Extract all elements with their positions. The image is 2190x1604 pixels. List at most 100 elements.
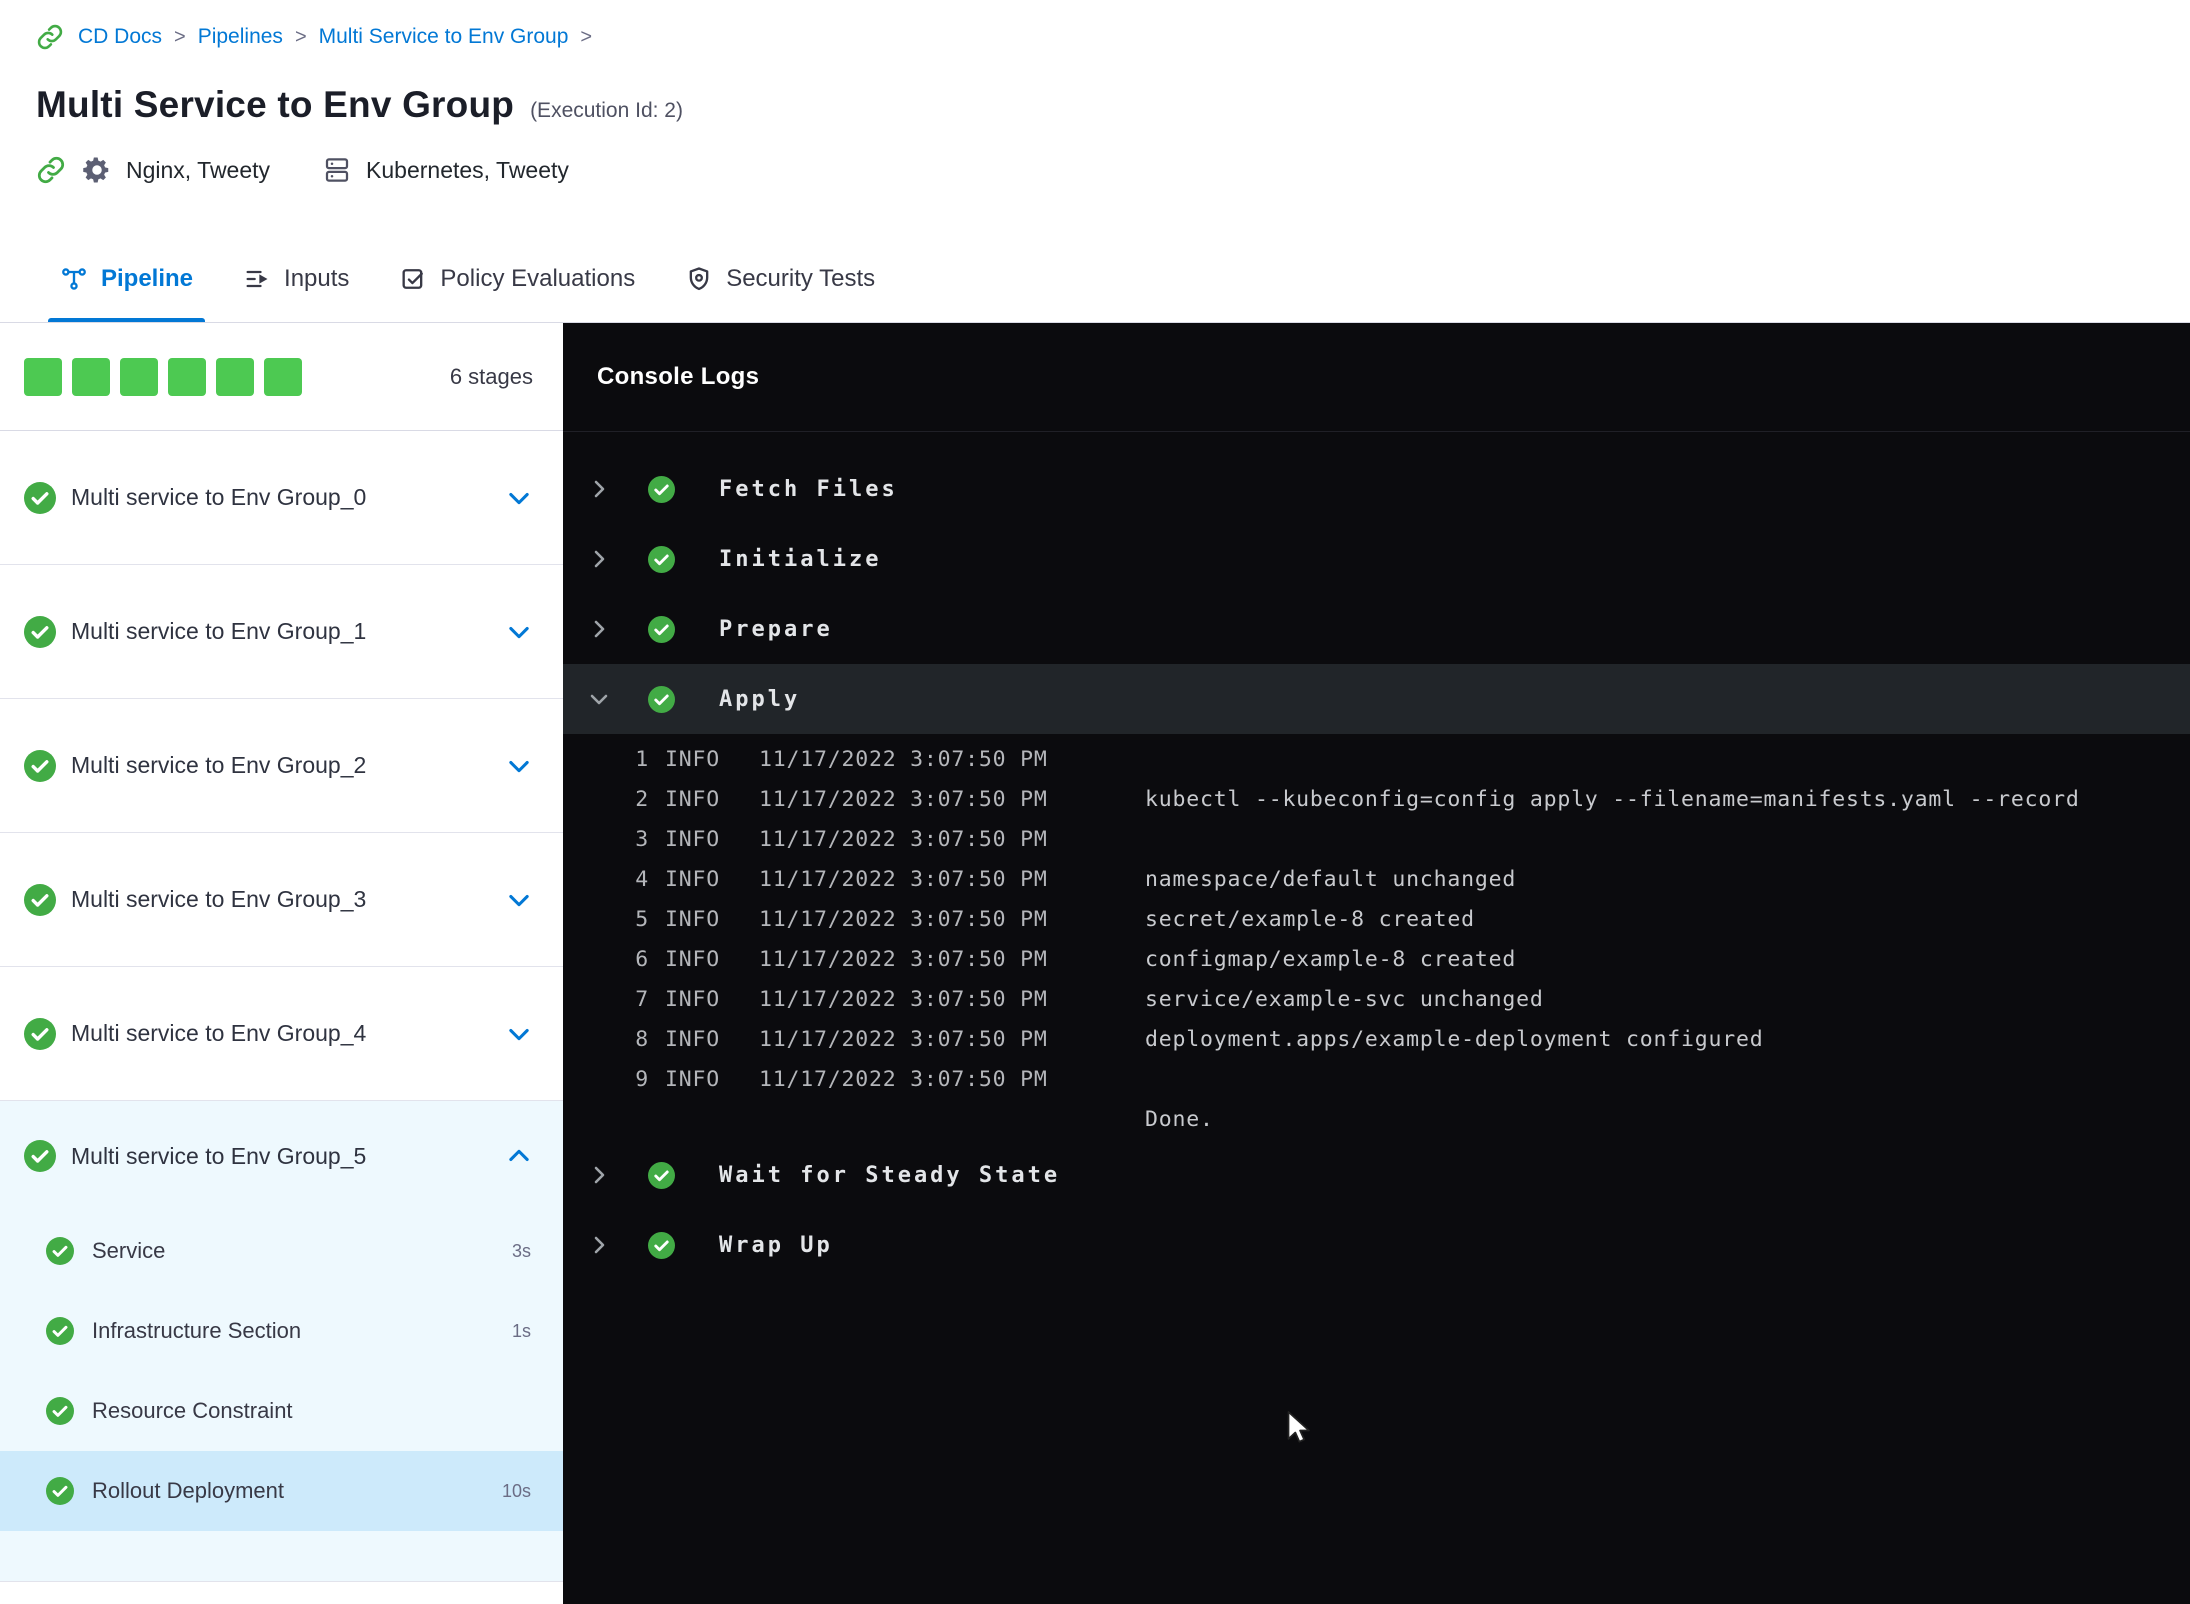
chevron-down-icon[interactable] bbox=[505, 1020, 533, 1048]
console-header: Console Logs bbox=[563, 323, 2190, 432]
log-timestamp bbox=[759, 1100, 1145, 1140]
log-line-number: 6 bbox=[635, 947, 649, 972]
stage-row-1[interactable]: Multi service to Env Group_1 bbox=[0, 565, 563, 698]
tab-security-tests[interactable]: Security Tests bbox=[685, 235, 875, 322]
page-title: Multi Service to Env Group bbox=[36, 84, 515, 125]
environments-icon bbox=[322, 155, 352, 185]
breadcrumb-link-cd-docs[interactable]: CD Docs bbox=[78, 25, 162, 49]
console-step-row[interactable]: Fetch Files bbox=[563, 454, 2190, 524]
chevron-right-icon[interactable] bbox=[587, 1233, 611, 1257]
stage-label: Multi service to Env Group_0 bbox=[71, 484, 367, 510]
stage-block: Multi service to Env Group_4 bbox=[0, 967, 563, 1101]
stage-label: Multi service to Env Group_2 bbox=[71, 752, 367, 778]
step-row[interactable]: Rollout Deployment 10s bbox=[0, 1451, 563, 1531]
stage-success-icon bbox=[24, 615, 56, 648]
log-line-number: 1 bbox=[635, 747, 649, 772]
stage-steps: Service 3s Infrastructure Section 1s Resourc… bbox=[0, 1211, 563, 1581]
stage-success-square bbox=[168, 357, 206, 396]
main-content: 6 stages Multi service to Env Group_0 Mul… bbox=[0, 323, 2190, 1604]
log-line: 6 INFO 11/17/2022 3:07:50 PM configmap/exam… bbox=[563, 940, 2190, 980]
breadcrumb-link-pipeline-name[interactable]: Multi Service to Env Group bbox=[319, 25, 569, 49]
chevron-right-icon[interactable] bbox=[587, 617, 611, 641]
step-duration: 10s bbox=[501, 1480, 531, 1501]
log-message: Done. bbox=[1145, 1107, 1214, 1132]
step-success-icon bbox=[648, 1161, 675, 1189]
log-line: 4 INFO 11/17/2022 3:07:50 PM namespace/defa… bbox=[563, 860, 2190, 900]
console-step-label: Prepare bbox=[719, 616, 833, 642]
step-label: Service bbox=[92, 1238, 166, 1263]
stage-block: Multi service to Env Group_2 bbox=[0, 699, 563, 833]
stage-block: Multi service to Env Group_5 Service 3s Inf… bbox=[0, 1101, 563, 1582]
log-level: INFO bbox=[665, 1067, 720, 1092]
stage-row-0[interactable]: Multi service to Env Group_0 bbox=[0, 431, 563, 564]
stages-summary: 6 stages bbox=[0, 323, 563, 431]
log-line-number: 5 bbox=[635, 907, 649, 932]
step-success-icon bbox=[648, 615, 675, 643]
log-message: kubectl --kubeconfig=config apply --file… bbox=[1145, 787, 2080, 812]
chevron-right-icon[interactable] bbox=[587, 547, 611, 571]
log-line: 2 INFO 11/17/2022 3:07:50 PM kubectl --kube… bbox=[563, 780, 2190, 820]
stage-success-square bbox=[216, 357, 254, 396]
breadcrumb-separator: > bbox=[580, 25, 593, 48]
tab-inputs[interactable]: Inputs bbox=[243, 235, 349, 322]
tab-bar: Pipeline Inputs Policy Evaluations Secur… bbox=[0, 235, 2190, 323]
stage-label: Multi service to Env Group_3 bbox=[71, 886, 367, 912]
log-timestamp: 11/17/2022 3:07:50 PM bbox=[759, 987, 1048, 1012]
stage-success-icon bbox=[24, 481, 56, 514]
stage-success-icon bbox=[24, 1140, 56, 1172]
chevron-up-icon[interactable] bbox=[505, 1142, 533, 1170]
tab-policy-evaluations[interactable]: Policy Evaluations bbox=[399, 235, 635, 322]
shield-icon bbox=[685, 265, 713, 293]
chevron-down-icon[interactable] bbox=[505, 618, 533, 646]
step-row[interactable]: Service 3s bbox=[0, 1211, 563, 1291]
chevron-down-icon[interactable] bbox=[505, 484, 533, 512]
stage-row-4[interactable]: Multi service to Env Group_4 bbox=[0, 967, 563, 1100]
log-level: INFO bbox=[665, 907, 720, 932]
log-timestamp: 11/17/2022 3:07:50 PM bbox=[759, 827, 1048, 852]
chevron-right-icon[interactable] bbox=[587, 477, 611, 501]
breadcrumb-separator: > bbox=[294, 25, 307, 48]
stage-row-2[interactable]: Multi service to Env Group_2 bbox=[0, 699, 563, 832]
tab-pipeline[interactable]: Pipeline bbox=[47, 235, 206, 322]
stage-list: Multi service to Env Group_0 Multi servic… bbox=[0, 431, 563, 1582]
log-message: namespace/default unchanged bbox=[1145, 867, 1517, 892]
stage-label: Multi service to Env Group_5 bbox=[71, 1142, 367, 1169]
console-step-row[interactable]: Prepare bbox=[563, 594, 2190, 664]
log-message: deployment.apps/example-deployment confi… bbox=[1145, 1027, 1764, 1052]
log-level bbox=[665, 1100, 759, 1140]
breadcrumb-link-pipelines[interactable]: Pipelines bbox=[198, 25, 283, 49]
log-line-number: 4 bbox=[635, 867, 649, 892]
stage-success-icon bbox=[24, 749, 56, 782]
stage-row-3[interactable]: Multi service to Env Group_3 bbox=[0, 833, 563, 966]
step-success-icon bbox=[648, 685, 675, 713]
chevron-right-icon[interactable] bbox=[587, 1163, 611, 1187]
chevron-down-icon[interactable] bbox=[505, 886, 533, 914]
log-block: 1 INFO 11/17/2022 3:07:50 PM 2 INFO 11/17/202… bbox=[563, 734, 2190, 1140]
chevron-down-icon[interactable] bbox=[587, 687, 611, 711]
page: CD Docs > Pipelines > Multi Service to E… bbox=[0, 0, 2190, 1604]
log-line: 8 INFO 11/17/2022 3:07:50 PM deployment.app… bbox=[563, 1020, 2190, 1060]
console-step-label: Fetch Files bbox=[719, 476, 898, 502]
log-line-number: 2 bbox=[635, 787, 649, 812]
tab-label: Pipeline bbox=[101, 264, 194, 292]
log-level: INFO bbox=[665, 747, 720, 772]
chevron-down-icon[interactable] bbox=[505, 752, 533, 780]
stage-row-5[interactable]: Multi service to Env Group_5 bbox=[0, 1101, 563, 1211]
log-line-number: 9 bbox=[635, 1067, 649, 1092]
stage-success-icon bbox=[24, 883, 56, 916]
tab-label: Security Tests bbox=[726, 264, 876, 292]
step-row[interactable]: Resource Constraint bbox=[0, 1371, 563, 1451]
stage-block: Multi service to Env Group_1 bbox=[0, 565, 563, 699]
console-step-label: Initialize bbox=[719, 546, 882, 572]
step-row[interactable]: Infrastructure Section 1s bbox=[0, 1291, 563, 1371]
log-line: 9 INFO 11/17/2022 3:07:50 PM bbox=[563, 1060, 2190, 1100]
console-step-row[interactable]: Wrap Up bbox=[563, 1210, 2190, 1280]
console-step-row[interactable]: Apply bbox=[563, 664, 2190, 734]
stage-count-label: 6 stages bbox=[449, 363, 533, 389]
step-success-icon bbox=[648, 1231, 675, 1259]
step-success-icon bbox=[46, 1237, 74, 1265]
console-step-row[interactable]: Wait for Steady State bbox=[563, 1140, 2190, 1210]
console-panel: Console Logs Fetch Files Initialize Prepar… bbox=[563, 323, 2190, 1604]
stage-label: Multi service to Env Group_4 bbox=[71, 1020, 367, 1046]
console-step-row[interactable]: Initialize bbox=[563, 524, 2190, 594]
